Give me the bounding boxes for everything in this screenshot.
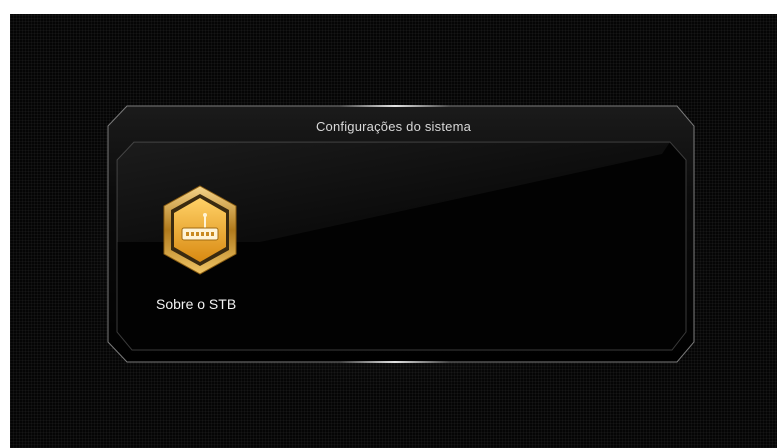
tv-screen: Configurações do sistema Sobre o STB	[10, 14, 777, 448]
menu-item-about-stb[interactable]: Sobre o STB	[150, 184, 270, 314]
dialog-frame	[107, 105, 695, 363]
set-top-box-icon	[163, 185, 237, 275]
menu-item-label: Sobre o STB	[156, 296, 237, 312]
dialog-title: Configurações do sistema	[315, 119, 472, 134]
